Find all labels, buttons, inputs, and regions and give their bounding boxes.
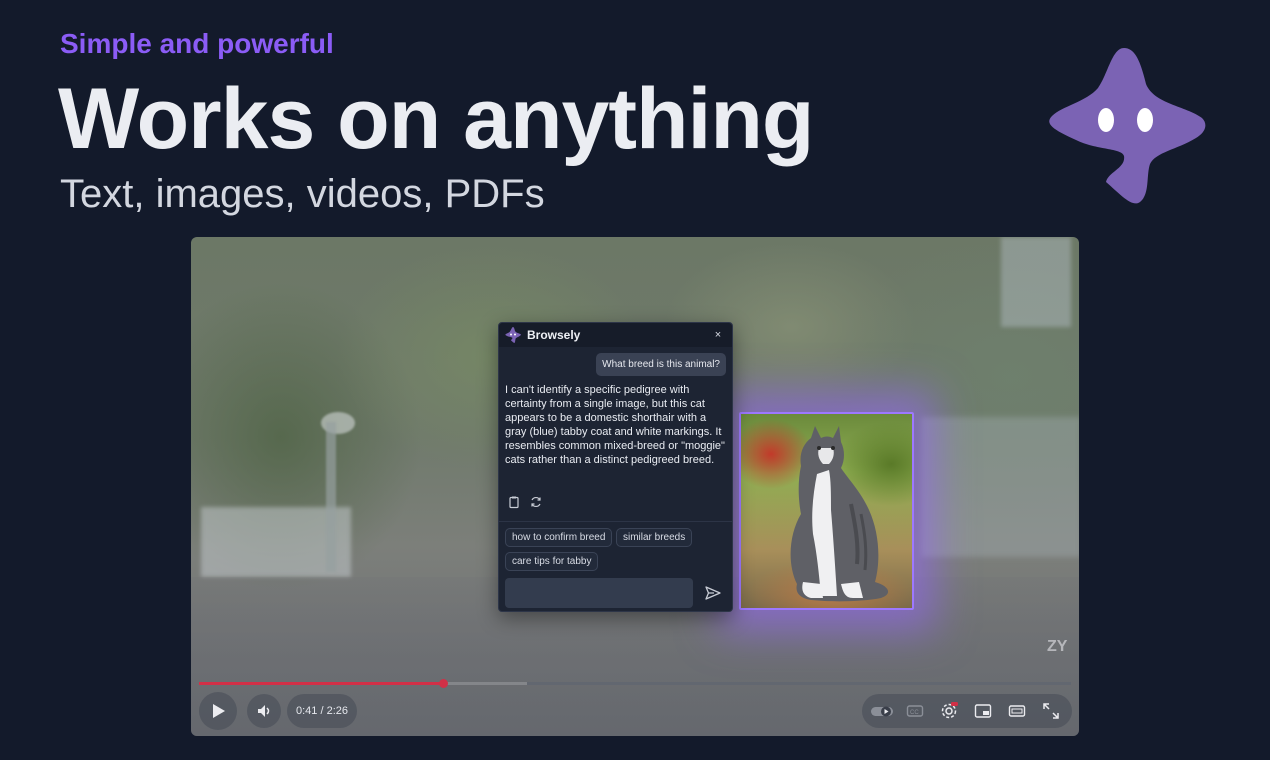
- player-controls-right: CC: [862, 694, 1072, 728]
- assistant-panel: Browsely × What breed is this animal? I …: [498, 322, 733, 612]
- miniplayer-icon[interactable]: [974, 702, 992, 720]
- play-button[interactable]: [199, 692, 237, 730]
- user-message: What breed is this animal?: [596, 353, 726, 376]
- volume-icon: [258, 705, 270, 717]
- browsely-logo-icon: [505, 327, 521, 343]
- assistant-title: Browsely: [527, 328, 581, 342]
- volume-button[interactable]: [247, 694, 281, 728]
- refresh-icon[interactable]: [529, 495, 543, 509]
- captions-icon[interactable]: CC: [906, 702, 924, 720]
- subhead: Text, images, videos, PDFs: [60, 172, 545, 216]
- progress-fill: [199, 682, 444, 685]
- fullscreen-icon[interactable]: [1042, 702, 1060, 720]
- assistant-message: I can't identify a specific pedigree wit…: [505, 384, 725, 466]
- theater-icon[interactable]: [1008, 702, 1026, 720]
- autoplay-toggle-icon[interactable]: [870, 702, 894, 720]
- suggestion-chip[interactable]: care tips for tabby: [505, 552, 599, 571]
- background-post: [326, 422, 336, 572]
- channel-watermark: ZY: [1047, 638, 1068, 655]
- time-display: 0:41 / 2:26: [287, 694, 357, 728]
- send-icon[interactable]: [704, 584, 722, 602]
- background-pole: [1001, 237, 1071, 327]
- suggestion-chip[interactable]: similar breeds: [616, 528, 693, 547]
- panel-divider: [499, 521, 732, 522]
- cat-icon: [790, 426, 889, 602]
- background-wall: [921, 417, 1079, 557]
- suggestion-chip[interactable]: how to confirm breed: [505, 528, 613, 547]
- eyebrow: Simple and powerful: [60, 28, 334, 59]
- settings-icon[interactable]: [940, 702, 958, 720]
- close-button[interactable]: ×: [710, 329, 726, 341]
- message-input[interactable]: [505, 578, 693, 608]
- play-icon: [213, 704, 225, 718]
- progress-buffer: [527, 682, 1071, 685]
- mascot-logo-icon: [1049, 48, 1206, 204]
- assistant-header: Browsely ×: [499, 323, 732, 347]
- highlighted-cat-image[interactable]: [739, 412, 914, 610]
- headline: Works on anything: [58, 71, 814, 167]
- svg-text:CC: CC: [910, 710, 919, 716]
- clipboard-icon[interactable]: [507, 495, 521, 509]
